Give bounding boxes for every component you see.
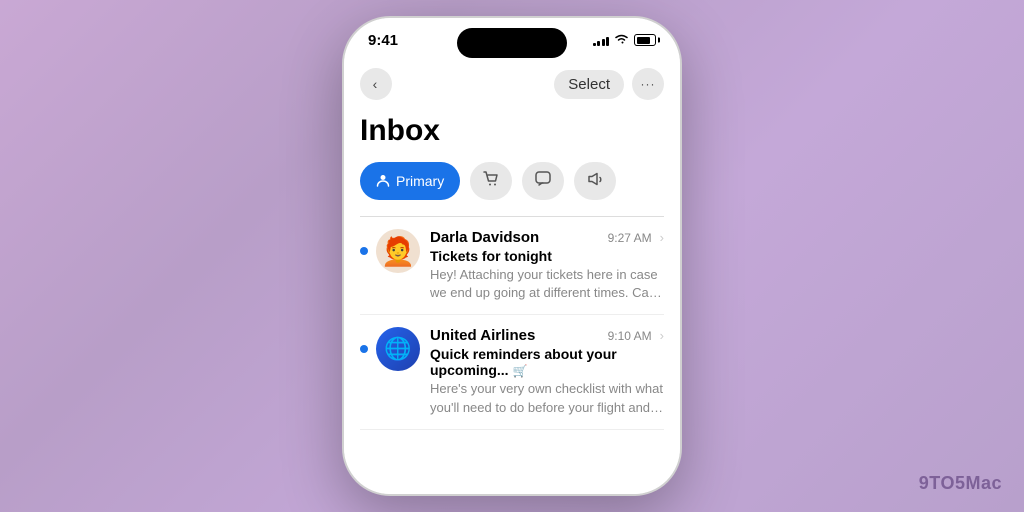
status-bar: 9:41 xyxy=(344,18,680,62)
tab-social[interactable] xyxy=(522,162,564,200)
avatar: 🌐 xyxy=(376,327,420,371)
tab-primary-label: Primary xyxy=(396,173,444,189)
tab-primary[interactable]: Primary xyxy=(360,162,460,200)
dynamic-island xyxy=(457,28,567,58)
unread-indicator xyxy=(360,247,368,255)
email-subject: Quick reminders about your upcoming... 🛒 xyxy=(430,346,664,378)
email-sender: Darla Davidson xyxy=(430,229,539,246)
email-item[interactable]: 🧑‍🦰 Darla Davidson 9:27 AM › Tickets for… xyxy=(360,217,664,315)
cart-icon xyxy=(482,170,500,193)
person-icon xyxy=(376,173,390,190)
tab-shopping[interactable] xyxy=(470,162,512,200)
main-content: Inbox Primary xyxy=(344,106,680,494)
inbox-title: Inbox xyxy=(360,114,664,148)
email-item[interactable]: 🌐 United Airlines 9:10 AM › Quick remind… xyxy=(360,315,664,429)
watermark-text: 9TO5Mac xyxy=(919,473,1002,494)
email-body: Darla Davidson 9:27 AM › Tickets for ton… xyxy=(430,229,664,302)
megaphone-icon xyxy=(586,170,604,193)
email-sender: United Airlines xyxy=(430,327,535,344)
email-body: United Airlines 9:10 AM › Quick reminder… xyxy=(430,327,664,416)
chevron-right-icon: › xyxy=(660,230,664,245)
email-time: 9:10 AM › xyxy=(608,328,664,343)
chat-icon xyxy=(534,170,552,193)
signal-bars-icon xyxy=(593,34,610,46)
email-list: 🧑‍🦰 Darla Davidson 9:27 AM › Tickets for… xyxy=(360,216,664,430)
status-icons xyxy=(593,33,657,48)
email-time: 9:27 AM › xyxy=(608,230,664,245)
nav-bar: ‹ Select ··· xyxy=(344,62,680,106)
shopping-badge-icon: 🛒 xyxy=(512,364,527,378)
back-chevron-icon: ‹ xyxy=(373,76,378,92)
email-subject: Tickets for tonight xyxy=(430,248,664,264)
select-button[interactable]: Select xyxy=(554,70,624,99)
back-button[interactable]: ‹ xyxy=(360,68,392,100)
tab-promotions[interactable] xyxy=(574,162,616,200)
more-options-button[interactable]: ··· xyxy=(632,68,664,100)
category-tabs: Primary xyxy=(360,162,664,200)
status-time: 9:41 xyxy=(368,32,398,49)
nav-right-actions: Select ··· xyxy=(554,68,664,100)
iphone-frame: 9:41 xyxy=(342,16,682,496)
avatar: 🧑‍🦰 xyxy=(376,229,420,273)
unread-indicator xyxy=(360,345,368,353)
email-preview: Here's your very own checklist with what… xyxy=(430,380,664,416)
wifi-icon xyxy=(614,33,629,48)
chevron-right-icon: › xyxy=(660,328,664,343)
ellipsis-icon: ··· xyxy=(641,77,656,91)
battery-icon xyxy=(634,34,656,46)
email-preview: Hey! Attaching your tickets here in case… xyxy=(430,266,664,302)
scene: 9TO5Mac 9:41 xyxy=(0,0,1024,512)
